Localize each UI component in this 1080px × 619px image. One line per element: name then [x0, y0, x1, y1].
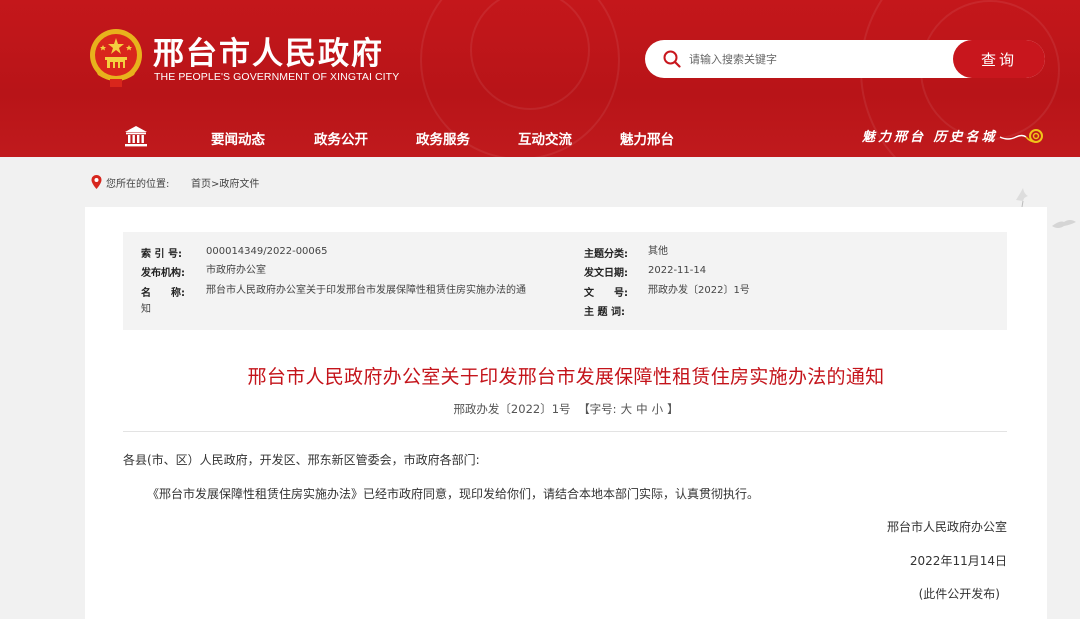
home-icon[interactable] [124, 125, 148, 147]
meta-category-value: 其他 [648, 246, 668, 257]
national-emblem-icon[interactable] [88, 27, 144, 89]
font-size-medium-button[interactable]: 中 [636, 402, 648, 416]
search-box: 查询 [645, 40, 1045, 78]
meta-name-key: 名 称: [141, 288, 185, 299]
document-body: 《邢台市发展保障性租赁住房实施办法》已经市政府同意，现印发给你们，请结合本地本部… [147, 487, 760, 501]
font-size-large-button[interactable]: 大 [621, 402, 633, 416]
meta-category-key: 主题分类: [584, 249, 628, 260]
meta-docno-key: 文 号: [584, 288, 628, 299]
site-title[interactable]: 邢台市人民政府 [153, 28, 384, 73]
search-input[interactable] [689, 48, 939, 70]
document-title: 邢台市人民政府办公室关于印发邢台市发展保障性租赁住房实施办法的通知 [247, 366, 885, 388]
document-signer: 邢台市人民政府办公室 [886, 520, 1007, 534]
meta-name-value-continued: 知 [141, 304, 151, 315]
meta-date-key: 发文日期: [584, 268, 628, 279]
meta-name-value: 邢台市人民政府办公室关于印发邢台市发展保障性租赁住房实施办法的通 [206, 285, 526, 296]
document-number: 邢政办发〔2022〕1号 [453, 402, 571, 416]
site-header: 邢台市人民政府 THE PEOPLE'S GOVERNMENT OF XINGT… [0, 0, 1080, 157]
breadcrumb-label: 您所在的位置: [106, 179, 170, 190]
font-size-small-button[interactable]: 小 [652, 402, 664, 416]
breadcrumb-path[interactable]: 首页>政府文件 [191, 175, 259, 190]
nav-item-government-services[interactable]: 政务服务 [416, 128, 470, 148]
nav-item-government-affairs[interactable]: 政务公开 [314, 128, 368, 148]
nav-item-interaction[interactable]: 互动交流 [518, 128, 572, 148]
site-subtitle: THE PEOPLE'S GOVERNMENT OF XINGTAI CITY [154, 71, 400, 83]
meta-index-key: 索 引 号: [141, 249, 182, 260]
font-size-label: 【字号: [578, 402, 617, 416]
meta-index-value: 000014349/2022-00065 [206, 246, 328, 257]
search-icon [663, 50, 681, 68]
font-size-close: 】 [667, 402, 679, 416]
document-subheader: 邢政办发〔2022〕1号 【字号: 大中小】 [85, 401, 1047, 417]
nav-slogan: 魅力邢台 历史名城 [862, 130, 998, 145]
nav-item-news[interactable]: 要闻动态 [211, 128, 265, 148]
swirl-decoration-icon [999, 129, 1043, 143]
meta-keywords-key: 主 题 词: [584, 307, 625, 318]
main-nav: 要闻动态 政务公开 政务服务 互动交流 魅力邢台 魅力邢台 历史名城 [0, 118, 1080, 156]
document-recipients: 各县(市、区）人民政府，开发区、邢东新区管委会，市政府各部门: [123, 453, 480, 467]
title-divider [123, 431, 1007, 432]
meta-org-key: 发布机构: [141, 268, 185, 279]
document-date: 2022年11月14日 [909, 554, 1007, 568]
crane-decoration-icon [1016, 188, 1028, 208]
search-button[interactable]: 查询 [953, 40, 1045, 78]
meta-date-value: 2022-11-14 [648, 265, 707, 276]
nav-item-charming-xingtai[interactable]: 魅力邢台 [620, 128, 674, 148]
location-pin-icon [91, 175, 102, 189]
meta-org-value: 市政府办公室 [206, 265, 266, 276]
crane-decoration-icon [1052, 220, 1076, 228]
document-publish-note: (此件公开发布) [918, 587, 1000, 601]
meta-docno-value: 邢政办发〔2022〕1号 [648, 285, 750, 296]
